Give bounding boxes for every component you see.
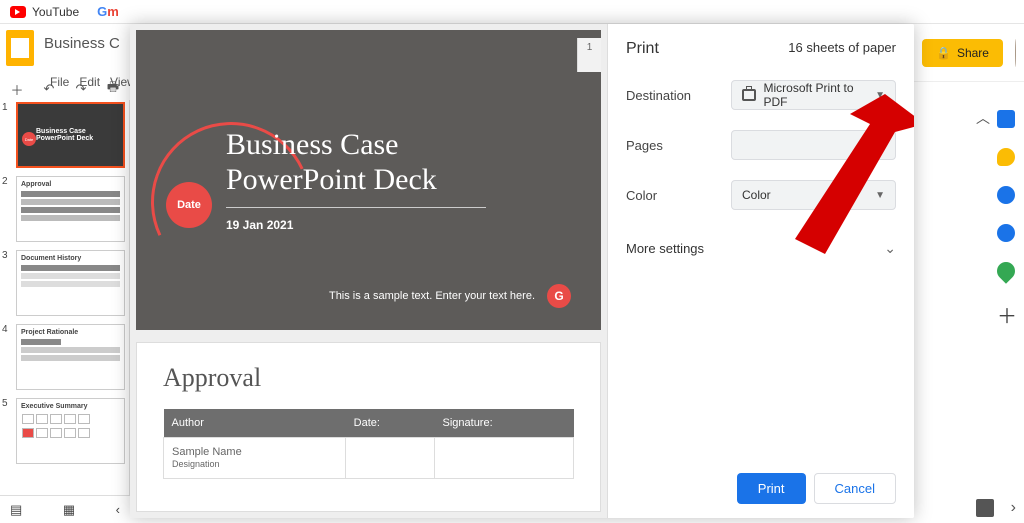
youtube-icon [10,6,26,18]
destination-label: Destination [626,88,691,103]
contacts-icon[interactable] [997,224,1015,242]
slide1-footer-text: This is a sample text. Enter your text h… [329,290,535,302]
cell-author: Sample Name Designation [164,438,346,479]
col-date: Date: [346,409,435,438]
date-icon: Date [22,132,36,146]
color-value: Color [742,188,771,202]
chevron-down-icon: ▼ [875,90,885,101]
undo-button[interactable]: ↶ [40,80,58,98]
col-author: Author [164,409,346,438]
side-panel-icons: ＋ [992,110,1020,318]
slides-header: Business Cas File Edit View [0,24,130,84]
g-badge-icon: G [547,284,571,308]
lock-icon: 🔒 [936,46,951,60]
sheets-count: 16 sheets of paper [788,40,896,58]
plus-icon[interactable]: ＋ [997,300,1015,318]
preview-slide-1: 1 Date Business Case PowerPoint Deck 19 … [136,30,601,330]
new-slide-button[interactable]: ＋ [8,80,26,98]
date-badge: Date [166,182,212,228]
toolbar: ＋ ↶ ↷ 🖶 [8,80,122,98]
chevron-down-icon: ▼ [875,140,885,151]
slide-thumbnail-strip: 1 Date Business Case PowerPoint Deck 2 A… [0,100,130,523]
print-dialog: 1 Date Business Case PowerPoint Deck 19 … [130,24,914,518]
keep-icon[interactable] [997,148,1015,166]
pages-dropdown[interactable]: ▼ [731,130,896,160]
more-settings-toggle[interactable]: More settings ⌄ [626,240,896,257]
slide2-title: Approval [163,363,574,393]
printer-icon [742,89,756,101]
google-slides-icon[interactable] [6,30,34,66]
destination-value: Microsoft Print to PDF [764,81,876,109]
grid-view-icon[interactable]: ▦ [63,502,75,518]
account-avatar[interactable] [1015,39,1016,67]
print-preview[interactable]: 1 Date Business Case PowerPoint Deck 19 … [130,24,608,518]
more-settings-label: More settings [626,241,704,256]
filmstrip-view-icon[interactable]: ▤ [10,502,22,518]
print-title: Print [626,40,659,58]
color-label: Color [626,188,657,203]
chevron-down-icon: ⌄ [884,240,896,257]
slide1-title-a: Business Case [226,128,561,163]
tasks-icon[interactable] [997,186,1015,204]
maps-icon[interactable] [993,258,1018,283]
col-signature: Signature: [435,409,574,438]
slide-thumb-3[interactable]: 3 Document History [2,250,125,316]
pages-label: Pages [626,138,663,153]
show-side-panel-icon[interactable] [976,499,994,517]
chevron-left-icon[interactable]: ‹ [116,502,120,517]
approval-table: Author Date: Signature: Sample Name Desi… [163,409,574,479]
redo-button[interactable]: ↷ [72,80,90,98]
share-button[interactable]: 🔒 Share [922,39,1003,67]
slide-thumb-2[interactable]: 2 Approval [2,176,125,242]
preview-slide-2: Approval Author Date: Signature: Sample … [136,342,601,512]
browser-bookmarks-bar: YouTube Gm [0,0,1024,24]
print-button[interactable]: 🖶 [104,80,122,98]
page-number: 1 [577,38,601,72]
thumbnail-view-toggle: ▤ ▦ ‹ [0,495,130,523]
color-dropdown[interactable]: Color ▼ [731,180,896,210]
right-panels: 🔒 Share ︿ ＋ › [914,24,1024,523]
gmail-icon: Gm [97,4,119,19]
bookmark-youtube[interactable]: YouTube [10,5,79,19]
slide-thumb-4[interactable]: 4 Project Rationale [2,324,125,390]
annotation-arrow [755,94,914,254]
slide1-title-b: PowerPoint Deck [226,163,561,198]
slide1-date: 19 Jan 2021 [226,218,561,232]
print-button[interactable]: Print [737,473,806,504]
calendar-icon[interactable] [997,110,1015,128]
doc-title[interactable]: Business Cas [44,35,119,52]
bookmark-gmail[interactable]: Gm [97,4,119,19]
slide-thumb-1[interactable]: 1 Date Business Case PowerPoint Deck [2,102,125,168]
print-settings-panel: Print 16 sheets of paper Destination Mic… [608,24,914,518]
cancel-button[interactable]: Cancel [814,473,896,504]
destination-dropdown[interactable]: Microsoft Print to PDF ▼ [731,80,896,110]
chevron-right-icon[interactable]: › [1011,499,1016,517]
chevron-up-icon[interactable]: ︿ [976,108,990,128]
slide-thumb-5[interactable]: 5 Executive Summary [2,398,125,464]
bookmark-label: YouTube [32,5,79,19]
chevron-down-icon: ▼ [875,190,885,201]
